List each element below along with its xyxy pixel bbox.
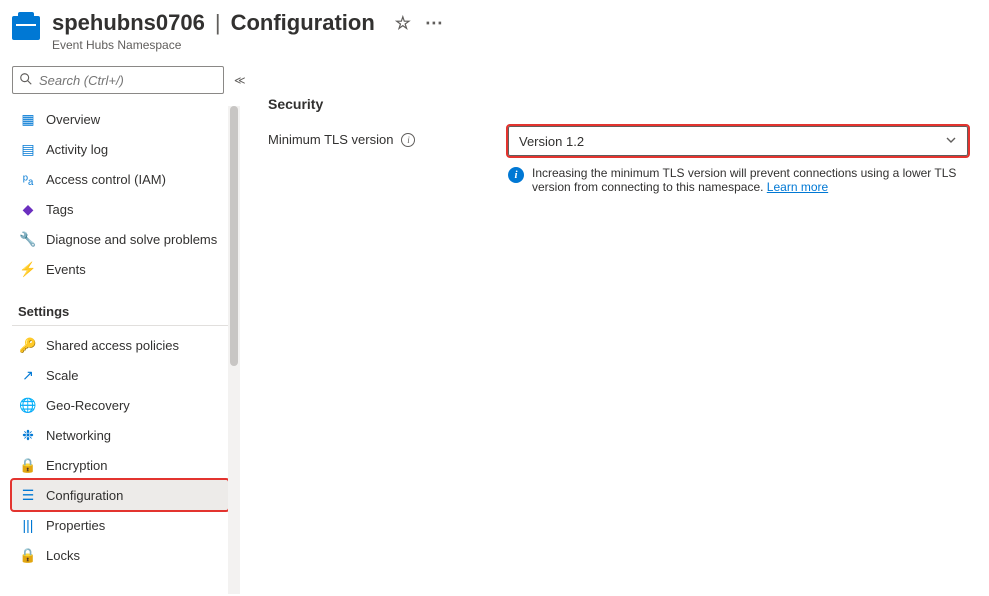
sidebar-item-tags[interactable]: ◆ Tags xyxy=(12,194,228,224)
sidebar-item-label: Scale xyxy=(46,368,79,383)
lock-icon: 🔒 xyxy=(20,457,36,473)
sidebar-item-label: Activity log xyxy=(46,142,108,157)
tls-version-select[interactable]: Version 1.2 xyxy=(508,126,968,156)
sidebar-item-label: Overview xyxy=(46,112,100,127)
config-icon: ☰ xyxy=(20,487,36,503)
sidebar-item-overview[interactable]: ▦ Overview xyxy=(12,104,228,134)
sidebar-item-label: Encryption xyxy=(46,458,107,473)
nav-section-settings: Settings xyxy=(12,294,228,326)
sidebar-item-geo-recovery[interactable]: 🌐 Geo-Recovery xyxy=(12,390,228,420)
sidebar-item-label: Diagnose and solve problems xyxy=(46,232,217,247)
sidebar-item-scale[interactable]: ↗ Scale xyxy=(12,360,228,390)
page-name: Configuration xyxy=(231,10,375,36)
search-box[interactable] xyxy=(12,66,224,94)
events-icon: ⚡ xyxy=(20,261,36,277)
eventhubs-icon xyxy=(12,16,40,40)
page-header: spehubns0706 | Configuration ☆ ⋯ Event H… xyxy=(0,0,989,58)
geo-icon: 🌐 xyxy=(20,397,36,413)
sidebar-item-locks[interactable]: 🔒 Locks xyxy=(12,540,228,570)
sidebar-item-label: Networking xyxy=(46,428,111,443)
sidebar-item-networking[interactable]: ❉ Networking xyxy=(12,420,228,450)
more-icon[interactable]: ⋯ xyxy=(425,13,443,34)
title-separator: | xyxy=(215,10,221,36)
tls-label-text: Minimum TLS version xyxy=(268,132,393,147)
network-icon: ❉ xyxy=(20,427,36,443)
learn-more-link[interactable]: Learn more xyxy=(767,180,828,194)
sidebar-item-encryption[interactable]: 🔒 Encryption xyxy=(12,450,228,480)
tls-label: Minimum TLS version i xyxy=(268,126,488,147)
sidebar-item-properties[interactable]: ||| Properties xyxy=(12,510,228,540)
sidebar-scrollbar-thumb[interactable] xyxy=(230,106,238,366)
page-title: spehubns0706 | Configuration ☆ ⋯ xyxy=(52,10,977,36)
sidebar-item-label: Configuration xyxy=(46,488,123,503)
tag-icon: ◆ xyxy=(20,201,36,217)
overview-icon: ▦ xyxy=(20,111,36,127)
sidebar-item-shared-access-policies[interactable]: 🔑 Shared access policies xyxy=(12,330,228,360)
resource-name: spehubns0706 xyxy=(52,10,205,36)
resource-type: Event Hubs Namespace xyxy=(52,38,977,52)
sidebar-scrollbar[interactable] xyxy=(228,106,240,594)
sidebar-item-label: Geo-Recovery xyxy=(46,398,130,413)
favorite-icon[interactable]: ☆ xyxy=(395,13,411,34)
sidebar-item-label: Access control (IAM) xyxy=(46,172,166,187)
sidebar-item-configuration[interactable]: ☰ Configuration xyxy=(12,480,228,510)
log-icon: ▤ xyxy=(20,141,36,157)
info-filled-icon: i xyxy=(508,167,524,183)
chevron-down-icon xyxy=(945,134,957,149)
sidebar-item-diagnose-and-solve-problems[interactable]: 🔧 Diagnose and solve problems xyxy=(12,224,228,254)
sidebar-item-activity-log[interactable]: ▤ Activity log xyxy=(12,134,228,164)
props-icon: ||| xyxy=(20,517,36,533)
tls-hint-text: Increasing the minimum TLS version will … xyxy=(532,166,956,194)
sidebar-item-events[interactable]: ⚡ Events xyxy=(12,254,228,284)
scale-icon: ↗ xyxy=(20,367,36,383)
tls-version-value: Version 1.2 xyxy=(519,134,584,149)
tls-hint: i Increasing the minimum TLS version wil… xyxy=(508,166,968,194)
section-title-security: Security xyxy=(268,96,977,112)
diagnose-icon: 🔧 xyxy=(20,231,36,247)
search-input[interactable] xyxy=(39,73,217,88)
search-icon xyxy=(19,72,33,89)
sidebar-item-label: Locks xyxy=(46,548,80,563)
collapse-sidebar-icon[interactable]: ≪ xyxy=(234,74,246,87)
locks-icon: 🔒 xyxy=(20,547,36,563)
sidebar-item-label: Shared access policies xyxy=(46,338,179,353)
sidebar-item-label: Tags xyxy=(46,202,73,217)
key-icon: 🔑 xyxy=(20,337,36,353)
sidebar-item-access-control-iam-[interactable]: ᵖₐ Access control (IAM) xyxy=(12,164,228,194)
sidebar-item-label: Properties xyxy=(46,518,105,533)
info-icon[interactable]: i xyxy=(401,133,415,147)
sidebar-item-label: Events xyxy=(46,262,86,277)
main-content: Security Minimum TLS version i Version 1… xyxy=(240,58,989,594)
iam-icon: ᵖₐ xyxy=(20,171,36,187)
sidebar: ≪ ▦Overview▤Activity logᵖₐAccess control… xyxy=(0,58,240,594)
